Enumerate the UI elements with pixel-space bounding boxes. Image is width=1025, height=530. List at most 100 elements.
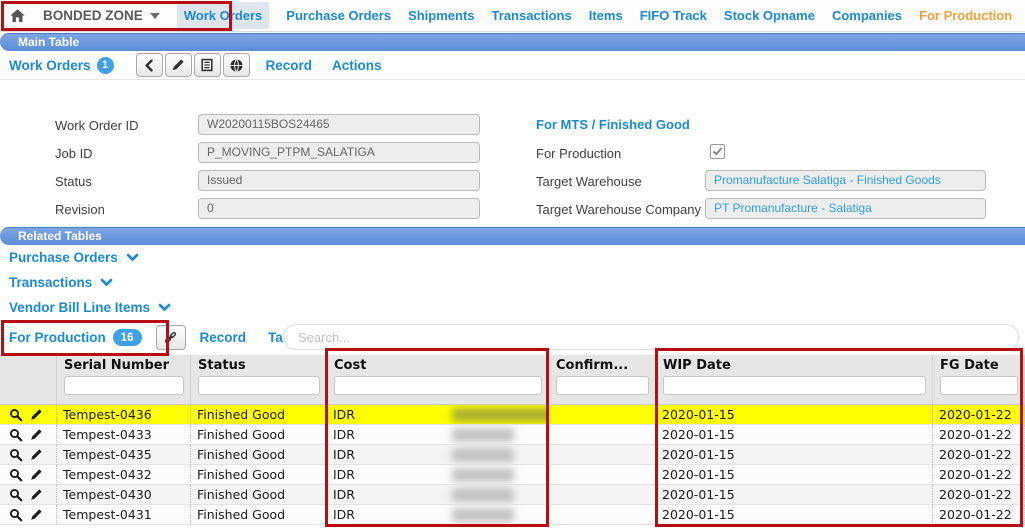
filter-input-fg-date[interactable]: [940, 376, 1018, 395]
cell-fg-date: 2020-01-22: [933, 405, 1025, 425]
cell-fg-date: 2020-01-22: [933, 465, 1025, 485]
back-button[interactable]: [136, 53, 163, 77]
cell-status: Finished Good: [191, 405, 327, 425]
home-icon[interactable]: [9, 8, 26, 24]
chevron-down-icon: [157, 301, 172, 314]
chevron-down-icon: [125, 251, 140, 264]
field-label-job-id: Job ID: [55, 146, 93, 161]
header-cell-cost[interactable]: Cost: [327, 355, 549, 405]
field-label-revision: Revision: [55, 202, 105, 217]
nav-item-work-orders[interactable]: Work Orders: [177, 2, 270, 29]
pencil-icon[interactable]: [30, 408, 43, 421]
header-cell-confirm[interactable]: Confirm...: [549, 355, 656, 405]
filter-input-status[interactable]: [198, 376, 320, 395]
field-target-warehouse: Promanufacture Salatiga - Finished Goods: [705, 170, 986, 191]
target-warehouse-company-link[interactable]: PT Promanufacture - Salatiga: [714, 201, 872, 215]
table-row[interactable]: Tempest-0433 Finished Good IDR 2020-01-1…: [0, 425, 1025, 445]
app-menu-label: BONDED ZONE: [43, 8, 143, 23]
cell-confirm: [549, 505, 656, 525]
filter-input-confirm[interactable]: [556, 376, 649, 395]
nav-item-companies[interactable]: Companies: [832, 8, 902, 23]
magnifier-icon[interactable]: [9, 488, 23, 502]
menu-actions[interactable]: Actions: [332, 58, 382, 73]
table-row[interactable]: Tempest-0430 Finished Good IDR 2020-01-1…: [0, 485, 1025, 505]
cost-currency: IDR: [333, 467, 355, 482]
cell-confirm: [549, 465, 656, 485]
cell-wip-date: 2020-01-15: [656, 425, 933, 445]
field-status: Issued: [198, 170, 480, 191]
header-cell-fg-date[interactable]: FG Date: [933, 355, 1025, 405]
filter-input-cost[interactable]: [334, 376, 542, 395]
link-records-button[interactable]: [156, 325, 186, 350]
chevron-down-icon: [99, 276, 114, 289]
cell-fg-date: 2020-01-22: [933, 485, 1025, 505]
filter-input-serial-number[interactable]: [64, 376, 184, 395]
field-label-for-production: For Production: [536, 146, 621, 161]
edit-record-button[interactable]: [165, 53, 192, 77]
cell-wip-date: 2020-01-15: [656, 445, 933, 465]
field-label-target-warehouse-company: Target Warehouse Company: [536, 202, 701, 217]
nav-item-shipments[interactable]: Shipments: [408, 8, 474, 23]
pencil-icon[interactable]: [30, 428, 43, 441]
top-navigation-bar: BONDED ZONE Work Orders Purchase Orders …: [0, 0, 1025, 32]
cell-status: Finished Good: [191, 425, 327, 445]
nav-item-transactions[interactable]: Transactions: [492, 8, 572, 23]
magnifier-icon[interactable]: [9, 468, 23, 482]
cell-confirm: [549, 445, 656, 465]
cell-serial-number: Tempest-0433: [57, 425, 191, 445]
magnifier-icon[interactable]: [9, 428, 23, 442]
row-actions-cell: [0, 445, 57, 465]
cell-status: Finished Good: [191, 465, 327, 485]
blurred-cost-value: [452, 508, 514, 522]
nav-item-purchase-orders[interactable]: Purchase Orders: [286, 8, 391, 23]
cell-serial-number: Tempest-0435: [57, 445, 191, 465]
nav-item-fifo-track[interactable]: FIFO Track: [640, 8, 707, 23]
cell-cost: IDR: [327, 505, 549, 525]
related-link-transactions[interactable]: Transactions: [9, 275, 114, 290]
magnifier-icon[interactable]: [9, 508, 23, 522]
cell-wip-date: 2020-01-15: [656, 485, 933, 505]
table-row[interactable]: Tempest-0432 Finished Good IDR 2020-01-1…: [0, 465, 1025, 485]
table-row[interactable]: Tempest-0431 Finished Good IDR 2020-01-1…: [0, 505, 1025, 525]
record-count-badge: 1: [97, 57, 114, 74]
related-link-vendor-bill-line-items[interactable]: Vendor Bill Line Items: [9, 300, 172, 315]
filter-input-wip-date[interactable]: [663, 376, 926, 395]
related-link-label: Purchase Orders: [9, 250, 118, 265]
pencil-icon[interactable]: [30, 468, 43, 481]
field-job-id: P_MOVING_PTPM_SALATIGA: [198, 142, 480, 163]
pencil-icon[interactable]: [30, 448, 43, 461]
nav-item-for-production[interactable]: For Production: [919, 8, 1012, 23]
target-warehouse-link[interactable]: Promanufacture Salatiga - Finished Goods: [714, 173, 941, 187]
table-row[interactable]: Tempest-0435 Finished Good IDR 2020-01-1…: [0, 445, 1025, 465]
nav-item-stock-opname[interactable]: Stock Opname: [724, 8, 815, 23]
form-view-button[interactable]: [194, 53, 221, 77]
menu-record[interactable]: Record: [266, 58, 313, 73]
cell-serial-number: Tempest-0431: [57, 505, 191, 525]
header-cell-status[interactable]: Status: [191, 355, 327, 405]
header-cell-wip-date[interactable]: WIP Date: [656, 355, 933, 405]
header-cell-serial-number[interactable]: Serial Number: [57, 355, 191, 405]
magnifier-icon[interactable]: [9, 408, 23, 422]
pencil-icon[interactable]: [30, 508, 43, 521]
table-row[interactable]: Tempest-0436 Finished Good IDR 2020-01-1…: [0, 405, 1025, 425]
blurred-cost-value: [452, 428, 514, 442]
search-input[interactable]: [283, 324, 1019, 350]
cost-currency: IDR: [333, 507, 355, 522]
row-actions-cell: [0, 505, 57, 525]
for-production-count-badge: 16: [113, 329, 142, 346]
pencil-icon[interactable]: [30, 488, 43, 501]
app-menu-bonded-zone[interactable]: BONDED ZONE: [43, 8, 160, 23]
app-window: BONDED ZONE Work Orders Purchase Orders …: [0, 0, 1025, 530]
for-production-checkbox[interactable]: [710, 144, 725, 159]
cost-currency: IDR: [333, 487, 355, 502]
magnifier-icon[interactable]: [9, 448, 23, 462]
cell-status: Finished Good: [191, 485, 327, 505]
blurred-cost-value: [452, 408, 549, 422]
related-tables-section-bar: Related Tables: [0, 227, 1025, 245]
menu-record-fp[interactable]: Record: [200, 330, 247, 345]
cell-status: Finished Good: [191, 505, 327, 525]
nav-item-items[interactable]: Items: [589, 8, 623, 23]
related-link-purchase-orders[interactable]: Purchase Orders: [9, 250, 140, 265]
globe-button[interactable]: [223, 53, 250, 77]
cell-confirm: [549, 485, 656, 505]
